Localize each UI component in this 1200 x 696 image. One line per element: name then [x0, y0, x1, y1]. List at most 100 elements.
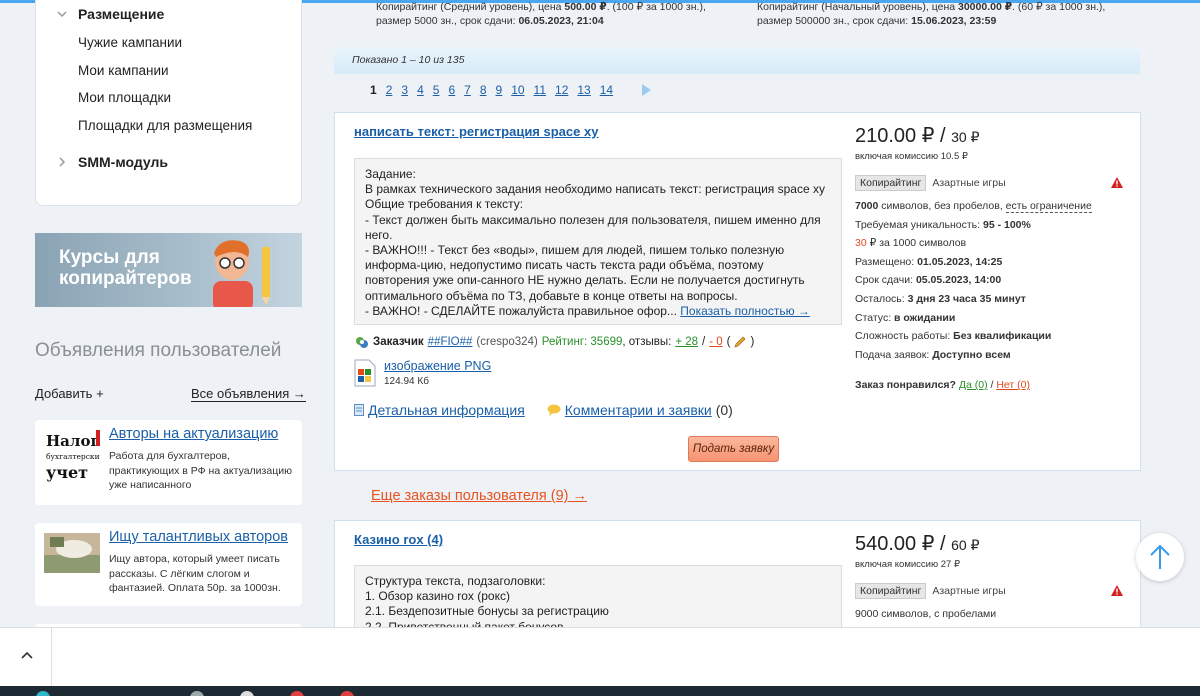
order-task-text: Задание: В рамках технического задания н… — [365, 167, 825, 318]
page-link[interactable]: 8 — [480, 83, 487, 97]
sidebar-item-my-campaigns[interactable]: Мои кампании — [78, 63, 169, 78]
ad-title[interactable]: Ищу талантливых авторов — [109, 529, 288, 545]
ad-title[interactable]: Авторы на актуализацию — [109, 426, 278, 442]
ad-thumb-text: Налоги — [46, 432, 100, 450]
category-tag[interactable]: Копирайтинг — [855, 175, 927, 191]
order-chars: 9000 символов, с пробелами — [855, 608, 997, 620]
ad-card[interactable]: Налоги бухгалтерский учет Авторы на акту… — [35, 420, 302, 505]
page-link[interactable]: 12 — [555, 83, 568, 97]
page-link[interactable]: 6 — [448, 83, 455, 97]
results-count-bar: Показано 1 – 10 из 135 — [334, 47, 1140, 74]
chars-limit-link[interactable]: есть ограничение — [1005, 200, 1092, 213]
taskbar-app-icon[interactable] — [240, 691, 254, 696]
reviews-positive[interactable]: + 28 — [675, 336, 698, 348]
order-details: 210.00 ₽ / 30 ₽ включая комиссию 10.5 ₽ … — [855, 123, 1135, 395]
top-order-text: размер 500000 зн., срок сдачи: — [757, 15, 912, 27]
top-order-summary: Копирайтинг (Начальный уровень), цена 30… — [757, 0, 1105, 28]
order-title[interactable]: написать текст: регистрация space xy — [354, 124, 598, 139]
top-order-text: Копирайтинг (Средний уровень), цена — [376, 1, 565, 13]
page-link[interactable]: 5 — [433, 83, 440, 97]
chevron-up-icon[interactable] — [20, 650, 34, 660]
details-link-label: Детальная информация — [368, 402, 525, 418]
uniqueness-value: 95 - 100% — [982, 218, 1031, 231]
order-task-box: Задание: В рамках технического задания н… — [354, 158, 842, 325]
bottom-panel — [0, 627, 1200, 687]
customer-login: (crespo324) — [476, 336, 538, 348]
top-order-deadline: 06.05.2023, 21:04 — [518, 15, 604, 27]
customer-info: Заказчик ##FIO## (crespo324) Рейтинг: 35… — [355, 335, 754, 349]
liked-yes-link[interactable]: Да (0) — [959, 379, 988, 391]
page-link[interactable]: 7 — [464, 83, 471, 97]
order-title[interactable]: Казино rox (4) — [354, 532, 443, 547]
category-tag[interactable]: Копирайтинг — [855, 583, 927, 599]
ads-add-link[interactable]: Добавить + — [35, 386, 104, 401]
sidebar-section-smm[interactable]: SMM-модуль — [56, 154, 168, 170]
next-page-arrow-icon[interactable] — [642, 84, 652, 96]
order-deadline: Срок сдачи: 05.05.2023, 14:00 — [855, 271, 1135, 290]
more-orders-link[interactable]: Еще заказы пользователя (9) → — [371, 488, 587, 504]
ads-title: Объявления пользователей — [35, 340, 282, 361]
show-full-link[interactable]: Показать полностью → — [680, 304, 810, 318]
order-price: 210.00 ₽ — [855, 125, 935, 147]
page-link[interactable]: 13 — [577, 83, 590, 97]
ads-all-link[interactable]: Все объявления → — [191, 386, 306, 402]
sidebar-item-placement-platforms[interactable]: Площадки для размещения — [78, 118, 252, 133]
page-link[interactable]: 4 — [417, 83, 424, 97]
scroll-to-top-button[interactable] — [1136, 533, 1184, 581]
chars-value: 7000 — [855, 200, 879, 212]
taskbar-app-icon[interactable] — [290, 691, 304, 696]
attachment[interactable]: изображение PNG 124.94 Кб — [354, 359, 491, 387]
taskbar-app-icon[interactable] — [190, 691, 204, 696]
sidebar-item-my-platforms[interactable]: Мои площадки — [78, 90, 171, 105]
customer-icon — [356, 337, 368, 348]
comments-link[interactable]: Комментарии и заявки (0) — [547, 402, 733, 418]
sidebar-section-label: SMM-модуль — [78, 154, 169, 170]
uniqueness-label: Требуемая уникальность: — [855, 218, 983, 231]
order-details: 540.00 ₽ / 60 ₽ включая комиссию 27 ₽ Ко… — [855, 531, 1135, 624]
file-name[interactable]: изображение PNG — [384, 359, 491, 373]
placed-label: Размещено: — [855, 255, 918, 268]
reviews-label: , отзывы: — [622, 336, 672, 348]
liked-no-link[interactable]: Нет (0) — [996, 379, 1030, 391]
order-links: Детальная информация Комментарии и заявк… — [354, 402, 733, 418]
customer-name[interactable]: ##FIO## — [428, 336, 473, 348]
courses-banner[interactable]: Курсы для копирайтеров — [35, 233, 302, 307]
order-tags: Копирайтинг Азартные игры — [855, 175, 1135, 191]
order-chars: 7000 символов, без пробелов, есть ограни… — [855, 197, 1135, 216]
ad-card[interactable]: Ищу талантливых авторов Ищу автора, кото… — [35, 523, 302, 606]
order-status: Статус: в ожидании — [855, 309, 1135, 328]
customer-label: Заказчик — [373, 336, 424, 348]
results-count: Показано 1 – 10 из 135 — [352, 54, 465, 66]
cartoon-person-icon — [213, 240, 270, 307]
chevron-down-icon — [57, 11, 67, 18]
sidebar-menu: Размещение Чужие кампании Мои кампании М… — [35, 0, 302, 206]
applications-value: Доступно всем — [932, 348, 1011, 361]
pagination: 1 2 3 4 5 6 7 8 9 10 11 12 13 14 — [370, 83, 660, 97]
taskbar-app-icon[interactable] — [36, 691, 50, 696]
document-icon — [354, 404, 364, 416]
rate-text: ₽ за 1000 символов — [866, 237, 967, 250]
page-link[interactable]: 2 — [386, 83, 393, 97]
page-link[interactable]: 14 — [600, 83, 613, 97]
subcategory-tag: Азартные игры — [932, 177, 1006, 189]
time-left-label: Осталось: — [855, 292, 908, 305]
rate-value: 30 — [855, 237, 867, 250]
order-difficulty: Сложность работы: Без квалификации — [855, 327, 1135, 346]
submit-application-button[interactable]: Подать заявку — [688, 436, 779, 462]
banner-text: Курсы для копирайтеров — [59, 247, 192, 289]
reviews-negative[interactable]: - 0 — [709, 336, 722, 348]
status-value: в ожидании — [894, 311, 956, 324]
sidebar-item-foreign-campaigns[interactable]: Чужие кампании — [78, 35, 182, 50]
details-link[interactable]: Детальная информация — [354, 402, 525, 418]
sidebar-section-placement[interactable]: Размещение — [56, 6, 164, 22]
pencil-icon[interactable] — [734, 336, 746, 348]
page-link[interactable]: 3 — [401, 83, 408, 97]
page-link[interactable]: 11 — [534, 83, 546, 97]
page-current: 1 — [370, 83, 377, 97]
difficulty-value: Без квалификации — [953, 330, 1052, 343]
page-link[interactable]: 10 — [511, 83, 524, 97]
taskbar — [0, 686, 1200, 696]
taskbar-app-icon[interactable] — [340, 691, 354, 696]
status-label: Статус: — [855, 311, 895, 324]
page-link[interactable]: 9 — [496, 83, 503, 97]
